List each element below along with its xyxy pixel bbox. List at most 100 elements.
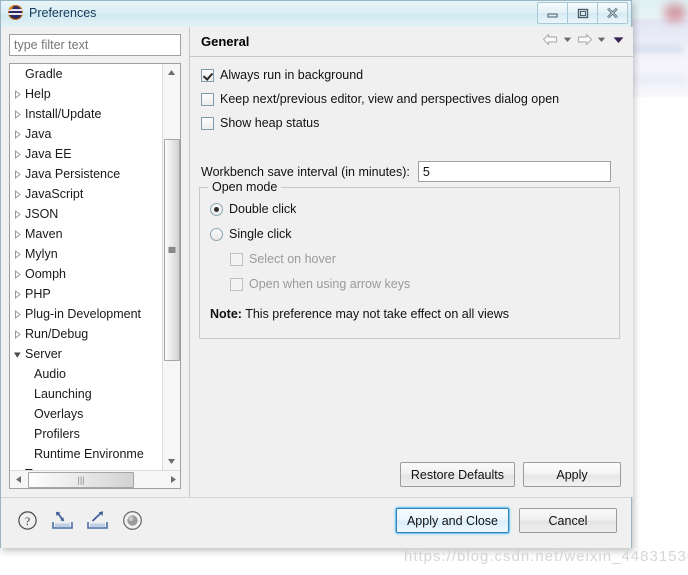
tree-collapsed-arrow-icon[interactable] — [10, 329, 25, 339]
tree-item-label: Plug-in Development — [25, 307, 142, 321]
preferences-tree[interactable]: Gradle Help Install/Update Java Java EE Java … — [9, 63, 181, 489]
scroll-up-arrow-icon[interactable] — [163, 64, 180, 81]
page-menu-icon[interactable] — [613, 36, 624, 44]
tree-collapsed-arrow-icon[interactable] — [10, 269, 25, 279]
tree-item-label: JavaScript — [25, 187, 84, 201]
forward-arrow-icon[interactable] — [576, 33, 593, 46]
apply-and-close-button[interactable]: Apply and Close — [395, 508, 509, 533]
tree-collapsed-arrow-icon[interactable] — [10, 209, 25, 219]
tree-collapsed-arrow-icon[interactable] — [10, 249, 25, 259]
tree-item-label: Audio — [34, 367, 66, 381]
dialog-title: Preferences — [29, 5, 97, 20]
tree-item-runtime-environme[interactable]: Runtime Environme — [10, 444, 163, 464]
maximize-button[interactable] — [568, 2, 598, 24]
tree-collapsed-arrow-icon[interactable] — [10, 109, 25, 119]
preferences-dialog: Preferences type filter text Gradle Help… — [0, 0, 633, 548]
eclipse-icon — [8, 5, 23, 20]
tree-item-label: Profilers — [34, 427, 80, 441]
tree-horizontal-scrollbar[interactable]: ||| — [10, 470, 180, 488]
window-controls — [537, 2, 628, 24]
scrollbar-grip-icon: ▬ ▬ ▬ — [168, 244, 176, 255]
tree-item-plug-in-development[interactable]: Plug-in Development — [10, 304, 163, 324]
tree-item-launching[interactable]: Launching — [10, 384, 163, 404]
scroll-down-arrow-icon[interactable] — [163, 453, 180, 470]
scrollbar-grip-icon: ||| — [77, 474, 85, 485]
note-prefix: Note: — [210, 307, 242, 321]
forward-dropdown-icon[interactable] — [597, 36, 606, 43]
cancel-button[interactable]: Cancel — [519, 508, 617, 533]
workbench-save-interval-input[interactable] — [417, 161, 611, 182]
restore-defaults-button[interactable]: Restore Defaults — [399, 462, 515, 487]
radio-single-click[interactable]: Single click — [210, 227, 292, 241]
note-text: This preference may not take effect on a… — [245, 307, 509, 321]
checkbox-box[interactable] — [201, 68, 214, 82]
back-dropdown-icon[interactable] — [563, 36, 572, 43]
tree-item-label: Run/Debug — [25, 327, 89, 341]
tree-item-java-ee[interactable]: Java EE — [10, 144, 163, 164]
tree-item-install-update[interactable]: Install/Update — [10, 104, 163, 124]
tree-collapsed-arrow-icon[interactable] — [10, 189, 25, 199]
help-icon[interactable]: ? — [15, 508, 39, 532]
tree-vscroll-thumb[interactable]: ▬ ▬ ▬ — [164, 139, 180, 361]
tree-item-javascript[interactable]: JavaScript — [10, 184, 163, 204]
tree-item-php[interactable]: PHP — [10, 284, 163, 304]
tree-item-server[interactable]: Server — [10, 344, 163, 364]
tree-item-audio[interactable]: Audio — [10, 364, 163, 384]
checkbox-select-on-hover: Select on hover — [230, 252, 336, 266]
dialog-titlebar[interactable]: Preferences — [1, 1, 631, 28]
checkbox-always-run-in-background[interactable]: Always run in background — [201, 68, 363, 82]
tree-item-maven[interactable]: Maven — [10, 224, 163, 244]
back-arrow-icon[interactable] — [542, 33, 559, 46]
scroll-left-arrow-icon[interactable] — [10, 471, 27, 488]
checkbox-label: Select on hover — [249, 252, 336, 266]
tree-item-oomph[interactable]: Oomph — [10, 264, 163, 284]
checkbox-box[interactable] — [201, 116, 214, 130]
tree-collapsed-arrow-icon[interactable] — [10, 289, 25, 299]
tree-item-java[interactable]: Java — [10, 124, 163, 144]
tree-item-overlays[interactable]: Overlays — [10, 404, 163, 424]
watermark: https://blog.csdn.net/weixin_44831536 — [404, 548, 688, 565]
scroll-right-arrow-icon[interactable] — [165, 471, 180, 488]
radio-box[interactable] — [210, 227, 223, 241]
tree-item-profilers[interactable]: Profilers — [10, 424, 163, 444]
footer-icons: ? — [15, 508, 144, 532]
checkbox-show-heap-status[interactable]: Show heap status — [201, 116, 319, 130]
open-mode-note: Note: This preference may not take effec… — [210, 307, 509, 321]
left-pane: Gradle Help Install/Update Java Java EE Java … — [1, 27, 189, 497]
radio-box[interactable] — [210, 202, 223, 216]
tree-collapsed-arrow-icon[interactable] — [10, 229, 25, 239]
tree-item-label: Java Persistence — [25, 167, 121, 181]
filter-input[interactable] — [9, 34, 181, 56]
checkbox-box[interactable] — [201, 92, 214, 106]
export-preferences-icon[interactable] — [85, 508, 109, 532]
tree-collapsed-arrow-icon[interactable] — [10, 309, 25, 319]
tree-item-gradle[interactable]: Gradle — [10, 64, 163, 84]
tree-collapsed-arrow-icon[interactable] — [10, 89, 25, 99]
interval-label: Workbench save interval (in minutes): — [201, 164, 410, 179]
tree-collapsed-arrow-icon[interactable] — [10, 129, 25, 139]
tree-item-label: Install/Update — [25, 107, 102, 121]
tree-expanded-arrow-icon[interactable] — [10, 350, 25, 359]
radio-label: Single click — [229, 227, 292, 241]
tree-item-label: Overlays — [34, 407, 84, 421]
checkbox-keep-editor-dialog-open[interactable]: Keep next/previous editor, view and pers… — [201, 92, 559, 106]
tree-item-label: Help — [25, 87, 51, 101]
tree-vertical-scrollbar[interactable]: ▬ ▬ ▬ — [162, 64, 180, 470]
tree-collapsed-arrow-icon[interactable] — [10, 149, 25, 159]
minimize-button[interactable] — [537, 2, 568, 24]
tree-item-help[interactable]: Help — [10, 84, 163, 104]
tree-hscroll-thumb[interactable]: ||| — [28, 472, 134, 488]
tree-item-mylyn[interactable]: Mylyn — [10, 244, 163, 264]
tree-collapsed-arrow-icon[interactable] — [10, 169, 25, 179]
oomph-record-icon[interactable] — [120, 508, 144, 532]
backdrop-bar — [625, 46, 683, 53]
close-button[interactable] — [598, 2, 628, 24]
tree-item-java-persistence[interactable]: Java Persistence — [10, 164, 163, 184]
checkbox-open-when-using-arrow-keys: Open when using arrow keys — [230, 277, 410, 291]
radio-double-click[interactable]: Double click — [210, 202, 296, 216]
import-preferences-icon[interactable] — [50, 508, 74, 532]
tree-item-json[interactable]: JSON — [10, 204, 163, 224]
tree-item-run-debug[interactable]: Run/Debug — [10, 324, 163, 344]
checkbox-label: Show heap status — [220, 116, 320, 130]
apply-button[interactable]: Apply — [523, 462, 621, 487]
